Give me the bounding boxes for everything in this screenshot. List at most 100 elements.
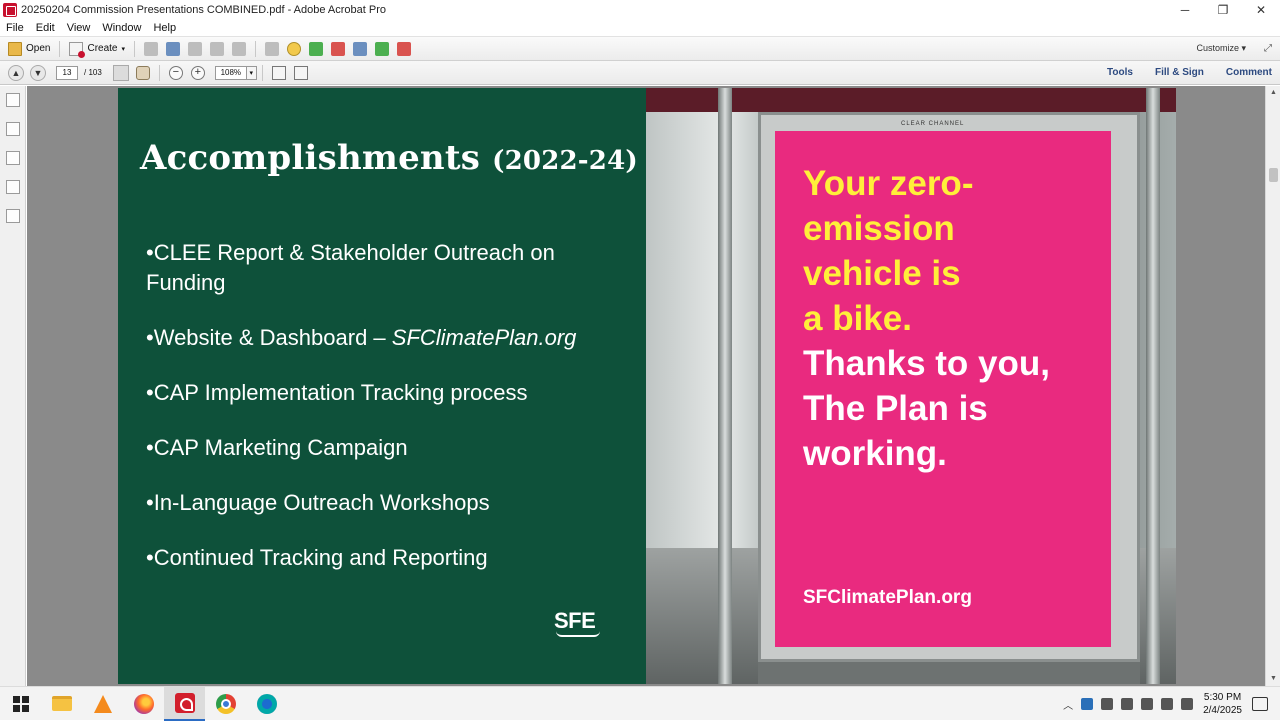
scroll-thumb[interactable]: [1269, 168, 1278, 182]
chevron-down-icon: ▾: [121, 45, 125, 53]
taskbar-acrobat[interactable]: [164, 686, 205, 721]
kiosk-base: [758, 662, 1140, 684]
taskbar-webex[interactable]: [246, 687, 287, 721]
menu-view[interactable]: View: [61, 22, 97, 34]
taskbar-chrome[interactable]: [205, 687, 246, 721]
scroll-up-icon[interactable]: ▲: [1266, 86, 1280, 100]
highlight-icon[interactable]: [309, 41, 323, 56]
battery-icon[interactable]: [1141, 698, 1154, 710]
create-button[interactable]: Create ▾: [65, 39, 129, 59]
notifications-icon[interactable]: [1252, 697, 1268, 711]
restore-button[interactable]: ❐: [1204, 0, 1242, 20]
clock[interactable]: 5:30 PM 2/4/2025: [1203, 691, 1242, 717]
print-icon[interactable]: [188, 41, 202, 56]
start-button[interactable]: [0, 687, 41, 721]
slide-title-years: (2022-24): [492, 146, 638, 176]
zoom-out-icon[interactable]: −: [168, 65, 183, 80]
vertical-scrollbar[interactable]: ▲ ▼: [1265, 86, 1280, 686]
network-icon[interactable]: [1181, 698, 1194, 710]
bullet-item: •Continued Tracking and Reporting: [146, 545, 488, 570]
chrome-icon: [215, 693, 236, 714]
bullet-item: •In-Language Outreach Workshops: [146, 490, 490, 515]
slide-photo: CLEAR CHANNEL Your zero- emission vehicl…: [646, 88, 1176, 684]
volume-icon[interactable]: [1161, 698, 1174, 710]
poster-line: The Plan is: [803, 389, 988, 428]
comment-icon[interactable]: [287, 41, 301, 56]
menu-file[interactable]: File: [0, 22, 30, 34]
signatures-icon[interactable]: [6, 209, 20, 223]
email-icon[interactable]: [232, 41, 246, 56]
attachments-icon[interactable]: [6, 151, 20, 165]
frame-brand-label: CLEAR CHANNEL: [901, 121, 965, 127]
minimize-button[interactable]: ─: [1166, 0, 1204, 20]
layers-icon[interactable]: [6, 180, 20, 194]
export-icon[interactable]: [375, 41, 389, 56]
fit-page-icon[interactable]: [293, 65, 308, 80]
menu-window[interactable]: Window: [96, 22, 147, 34]
navigation-toolbar: ▲ ▼ 13 / 103 − + 108% ▾ Tools Fill & Sig…: [0, 61, 1280, 85]
stamp-icon[interactable]: [353, 41, 367, 56]
document-viewer[interactable]: Accomplishments (2022-24) •CLEE Report &…: [27, 86, 1265, 686]
system-tray: ︿ 5:30 PM 2/4/2025: [1063, 687, 1280, 721]
poster-line: emission: [803, 209, 955, 248]
comment-link[interactable]: Comment: [1226, 67, 1272, 78]
slide-title-main: Accomplishments: [140, 138, 481, 178]
customize-menu[interactable]: Customize ▾: [1196, 43, 1246, 54]
poster-line: vehicle is: [803, 254, 961, 293]
form-icon[interactable]: [397, 41, 411, 56]
poster-line: working.: [803, 434, 947, 473]
window-title: 20250204 Commission Presentations COMBIN…: [21, 4, 387, 16]
windows-logo-icon: [12, 695, 29, 712]
windows-taskbar: ︿ 5:30 PM 2/4/2025: [0, 686, 1280, 721]
menu-edit[interactable]: Edit: [30, 22, 61, 34]
fit-width-icon[interactable]: [271, 65, 286, 80]
zoom-level-input[interactable]: 108%: [214, 65, 247, 80]
edit-icon[interactable]: [210, 41, 224, 56]
next-page-icon[interactable]: ▼: [30, 64, 46, 81]
taskbar-firefox[interactable]: [123, 687, 164, 721]
firefox-icon: [133, 693, 154, 714]
taskbar-file-explorer[interactable]: [41, 687, 82, 721]
pdf-page: Accomplishments (2022-24) •CLEE Report &…: [118, 88, 1176, 684]
bookmarks-icon[interactable]: [6, 122, 20, 136]
toolbar-divider: [59, 40, 61, 57]
bullet-item: •CAP Implementation Tracking process: [146, 380, 528, 405]
close-button[interactable]: ✕: [1242, 0, 1280, 20]
tools-link[interactable]: Tools: [1107, 67, 1133, 78]
bullet-item: •CLEE Report & Stakeholder Outreach on F…: [146, 240, 555, 295]
device-icon[interactable]: [1121, 698, 1134, 710]
poster-headline: Your zero- emission vehicle is a bike. T…: [803, 161, 1103, 476]
zoom-in-icon[interactable]: +: [190, 65, 205, 80]
settings-gear-icon[interactable]: [265, 41, 279, 56]
zoom-dropdown-icon[interactable]: ▾: [246, 65, 257, 80]
menu-help[interactable]: Help: [147, 22, 182, 34]
collapse-toolbar-icon[interactable]: ⤢: [1264, 43, 1272, 54]
poster-url: SFClimatePlan.org: [803, 587, 972, 608]
page-thumbnails-icon[interactable]: [6, 93, 20, 107]
hand-tool-icon[interactable]: [135, 65, 150, 80]
toolbar-divider: [134, 40, 135, 57]
select-tool-icon[interactable]: [112, 64, 129, 81]
previous-page-icon[interactable]: ▲: [8, 64, 24, 81]
save-icon[interactable]: [144, 41, 158, 56]
bullet-text: •Website & Dashboard –: [146, 325, 392, 350]
bullet-url: SFClimatePlan.org: [391, 325, 577, 350]
cloud-upload-icon[interactable]: [166, 41, 180, 56]
folder-icon: [8, 41, 22, 56]
clock-time: 5:30 PM: [1203, 692, 1242, 703]
open-button[interactable]: Open: [4, 39, 54, 59]
page-number-input[interactable]: 13: [56, 65, 78, 80]
webex-tray-icon[interactable]: [1081, 698, 1094, 710]
scroll-down-icon[interactable]: ▼: [1266, 672, 1280, 686]
sign-icon[interactable]: [331, 41, 345, 56]
fill-sign-link[interactable]: Fill & Sign: [1155, 67, 1204, 78]
onedrive-icon[interactable]: [1101, 698, 1114, 710]
toolbar-divider: [158, 64, 160, 81]
file-explorer-icon: [51, 696, 72, 711]
create-pdf-icon: [69, 41, 86, 58]
taskbar-vlc[interactable]: [82, 687, 123, 721]
poster-line: Your zero-: [803, 164, 974, 203]
show-hidden-icons-icon[interactable]: ︿: [1063, 697, 1073, 712]
webex-icon: [256, 693, 277, 714]
bullet-item: •Website & Dashboard – SFClimatePlan.org: [146, 323, 616, 353]
